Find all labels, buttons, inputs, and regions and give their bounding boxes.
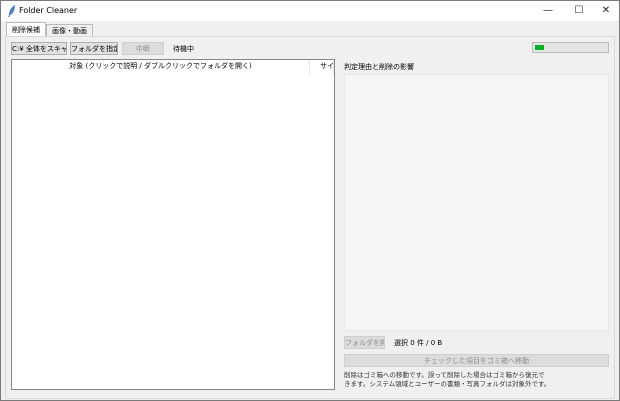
note-line: きます。システム領域とユーザーの書類・写真フォルダは対象外です。 bbox=[344, 380, 551, 388]
close-button[interactable]: ✕ bbox=[591, 1, 619, 21]
details-text-area[interactable] bbox=[344, 74, 609, 331]
selection-count: 選択 0 件 / 0 B bbox=[394, 339, 443, 347]
app-window: Folder Cleaner — ☐ ✕ 削除候補 画像・動画 C:¥ 全体をス… bbox=[0, 0, 620, 401]
open-folder-button[interactable]: フォルダを開く bbox=[344, 336, 385, 349]
stop-button[interactable]: 中断 bbox=[122, 42, 164, 55]
status-text: 待機中 bbox=[173, 45, 194, 53]
minimize-button[interactable]: — bbox=[533, 1, 563, 21]
scan-all-button[interactable]: C:¥ 全体をスキャン bbox=[11, 42, 67, 55]
progress-bar bbox=[532, 42, 609, 53]
choose-folder-button[interactable]: フォルダを指定... bbox=[70, 42, 118, 55]
column-header-target[interactable]: 対象 (クリックで説明 / ダブルクリックでフォルダを開く) bbox=[12, 60, 310, 74]
tab-deletion-candidates[interactable]: 削除候補 bbox=[6, 22, 46, 37]
feather-icon bbox=[8, 5, 15, 17]
maximize-button[interactable]: ☐ bbox=[564, 1, 594, 21]
window-title: Folder Cleaner bbox=[19, 6, 78, 15]
title-bar[interactable]: Folder Cleaner — ☐ ✕ bbox=[1, 1, 619, 21]
details-title: 判定理由と削除の影響 bbox=[344, 63, 414, 71]
note-line: 削除はゴミ箱への移動です。誤って削除した場合はゴミ箱から復元で bbox=[344, 371, 545, 379]
tree-header: 対象 (クリックで説明 / ダブルクリックでフォルダを開く) サイズ bbox=[12, 60, 334, 74]
move-to-trash-button[interactable]: チェックした項目をゴミ箱へ移動 bbox=[344, 354, 609, 367]
tab-bar: 削除候補 画像・動画 bbox=[1, 21, 619, 37]
results-tree[interactable]: 対象 (クリックで説明 / ダブルクリックでフォルダを開く) サイズ bbox=[11, 59, 335, 390]
column-header-size[interactable]: サイズ bbox=[310, 60, 334, 74]
progress-fill bbox=[535, 45, 544, 50]
tab-panel: C:¥ 全体をスキャン フォルダを指定... 中断 待機中 対象 (クリックで説… bbox=[5, 36, 615, 399]
trash-note: 削除はゴミ箱への移動です。誤って削除した場合はゴミ箱から復元で きます。システム… bbox=[344, 371, 606, 389]
